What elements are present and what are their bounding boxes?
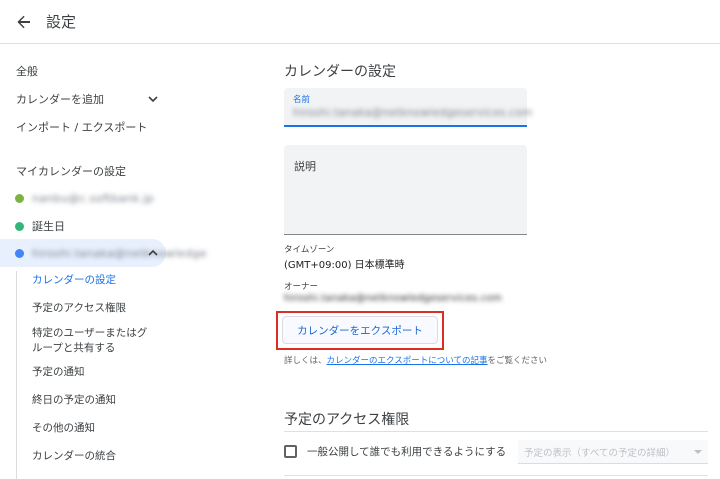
visibility-select-value: 予定の表示（すべての予定の詳細） — [524, 448, 675, 459]
description-field-label: 説明 — [294, 160, 316, 173]
settings-main: カレンダーの設定 名前 hiroshi.tanaka@netknowledges… — [265, 45, 720, 479]
public-checkbox[interactable] — [284, 445, 297, 458]
sub-item-other-notifications[interactable]: その他の通知 — [32, 421, 95, 436]
calendar-settings-title: カレンダーの設定 — [284, 64, 396, 80]
section-divider — [284, 431, 708, 432]
sub-item-integrate-calendar[interactable]: カレンダーの統合 — [32, 449, 116, 464]
dropdown-arrow-icon — [694, 450, 702, 454]
name-field-label: 名前 — [293, 95, 311, 105]
calendar-name: hiroshi.tanaka@netknowledge — [32, 246, 207, 260]
calendar-name: 誕生日 — [32, 220, 65, 233]
settings-header: 設定 — [0, 0, 720, 44]
sidebar-calendar-1[interactable]: nanbu@c.softbank.jp — [0, 184, 166, 212]
submenu-divider-line — [16, 271, 17, 479]
sidebar-calendar-birthdays[interactable]: 誕生日 — [0, 212, 166, 240]
page-title: 設定 — [46, 13, 77, 31]
export-calendar-button[interactable]: カレンダーをエクスポート — [282, 316, 438, 344]
chevron-down-icon[interactable] — [147, 93, 159, 105]
sidebar-item-add-calendar[interactable]: カレンダーを追加 — [16, 91, 104, 107]
access-permissions-title: 予定のアクセス権限 — [284, 412, 410, 428]
export-help-text: 詳しくは、カレンダーのエクスポートについての記事をご覧ください — [284, 354, 547, 366]
public-checkbox-label: 一般公開して誰でも利用できるようにする — [307, 446, 507, 458]
export-help-link[interactable]: カレンダーのエクスポートについての記事 — [327, 356, 488, 366]
timezone-label: タイムゾーン — [284, 245, 335, 255]
sub-item-calendar-settings[interactable]: カレンダーの設定 — [32, 273, 116, 288]
sidebar-item-import-export[interactable]: インポート / エクスポート — [16, 119, 147, 135]
arrow-back-icon — [17, 15, 30, 29]
section-divider-bottom — [284, 475, 708, 476]
back-button[interactable] — [10, 8, 38, 36]
my-calendars-heading: マイカレンダーの設定 — [16, 165, 126, 178]
owner-value: hiroshi.tanaka@netknowledgeservices.com — [284, 293, 502, 304]
sub-item-access-permissions[interactable]: 予定のアクセス権限 — [32, 301, 126, 316]
owner-label: オーナー — [284, 282, 319, 292]
calendar-color-dot — [15, 221, 24, 231]
description-field[interactable]: 説明 — [284, 145, 527, 235]
settings-sidebar: 全般 カレンダーを追加 インポート / エクスポート マイカレンダーの設定 na… — [0, 45, 265, 479]
name-field[interactable]: 名前 hiroshi.tanaka@netknowledgeservices.c… — [284, 88, 532, 127]
name-field-value[interactable]: hiroshi.tanaka@netknowledgeservices.com — [293, 107, 533, 119]
timezone-value: (GMT+09:00) 日本標準時 — [284, 260, 405, 271]
sidebar-item-general[interactable]: 全般 — [16, 63, 38, 79]
sub-item-share-with-users[interactable]: 特定のユーザーまたはグループと共有する — [32, 326, 157, 356]
help-suffix: をご覧ください — [487, 356, 548, 366]
calendar-color-dot — [15, 193, 24, 203]
chevron-up-icon[interactable] — [147, 247, 159, 259]
help-prefix: 詳しくは、 — [284, 356, 327, 366]
sidebar-calendar-selected[interactable]: hiroshi.tanaka@netknowledge — [0, 239, 206, 267]
visibility-select[interactable]: 予定の表示（すべての予定の詳細） — [518, 440, 708, 464]
calendar-color-dot — [15, 248, 24, 258]
calendar-name: nanbu@c.softbank.jp — [32, 191, 154, 205]
sub-item-event-notifications[interactable]: 予定の通知 — [32, 365, 85, 380]
sub-item-all-day-notifications[interactable]: 終日の予定の通知 — [32, 393, 116, 408]
